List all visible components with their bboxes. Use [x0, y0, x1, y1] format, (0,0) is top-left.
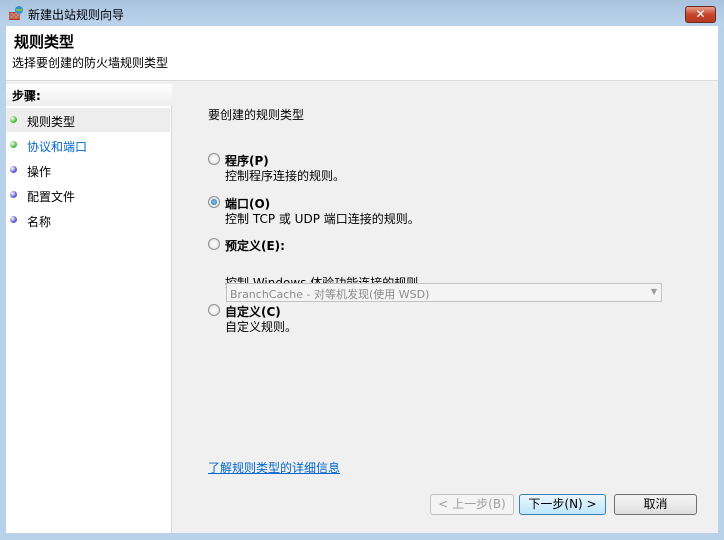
learn-more-link[interactable]: 了解规则类型的详细信息 — [208, 459, 340, 476]
option-description: 控制 TCP 或 UDP 端口连接的规则。 — [225, 212, 420, 226]
title-bar: 新建出站规则向导 ✕ — [0, 0, 724, 26]
wizard-body: 规则类型 选择要创建的防火墙规则类型 步骤: 规则类型 协议和端口 操作 配置文… — [6, 26, 718, 533]
step-action: 操作 — [6, 158, 170, 182]
step-rule-type[interactable]: 规则类型 — [6, 108, 170, 132]
window-title: 新建出站规则向导 — [28, 8, 125, 22]
step-protocol-ports[interactable]: 协议和端口 — [6, 133, 170, 157]
predefined-select[interactable]: BranchCache - 对等机发现(使用 WSD) ▼ — [226, 283, 662, 302]
step-name: 名称 — [6, 208, 170, 232]
prompt-label: 要创建的规则类型 — [208, 108, 305, 122]
steps-heading: 步骤: — [6, 84, 172, 106]
back-button[interactable]: < 上一步(B) — [430, 494, 514, 515]
cancel-button[interactable]: 取消 — [614, 494, 697, 515]
predefined-value: BranchCache - 对等机发现(使用 WSD) — [230, 288, 430, 301]
option-description: 自定义规则。 — [225, 320, 298, 334]
step-label: 名称 — [27, 215, 52, 229]
step-status-icon — [10, 216, 17, 223]
radio-button[interactable] — [208, 196, 220, 208]
radio-button[interactable] — [208, 153, 220, 165]
step-profile: 配置文件 — [6, 183, 170, 207]
step-status-icon — [10, 191, 17, 198]
step-label: 配置文件 — [27, 190, 76, 204]
chevron-down-icon: ▼ — [650, 287, 657, 296]
step-status-icon — [10, 141, 17, 148]
option-label: 预定义(E): — [225, 239, 285, 253]
step-label: 操作 — [27, 165, 52, 179]
page-subtitle: 选择要创建的防火墙规则类型 — [12, 56, 169, 70]
content-panel: 要创建的规则类型 程序(P) 控制程序连接的规则。 端口(O) 控制 TCP 或 U… — [174, 84, 718, 533]
step-status-icon — [10, 166, 17, 173]
wizard-header: 规则类型 选择要创建的防火墙规则类型 — [6, 26, 718, 81]
radio-button[interactable] — [208, 238, 220, 250]
step-label: 规则类型 — [27, 115, 76, 129]
radio-button[interactable] — [208, 304, 220, 316]
steps-panel: 步骤: 规则类型 协议和端口 操作 配置文件 名称 — [6, 84, 172, 533]
option-description: 控制程序连接的规则。 — [225, 169, 346, 183]
step-label: 协议和端口 — [27, 140, 88, 154]
next-button[interactable]: 下一步(N) > — [519, 494, 606, 515]
step-status-icon — [10, 116, 17, 123]
close-button[interactable]: ✕ — [685, 6, 716, 23]
page-title: 规则类型 — [14, 33, 75, 51]
firewall-icon — [9, 6, 23, 20]
